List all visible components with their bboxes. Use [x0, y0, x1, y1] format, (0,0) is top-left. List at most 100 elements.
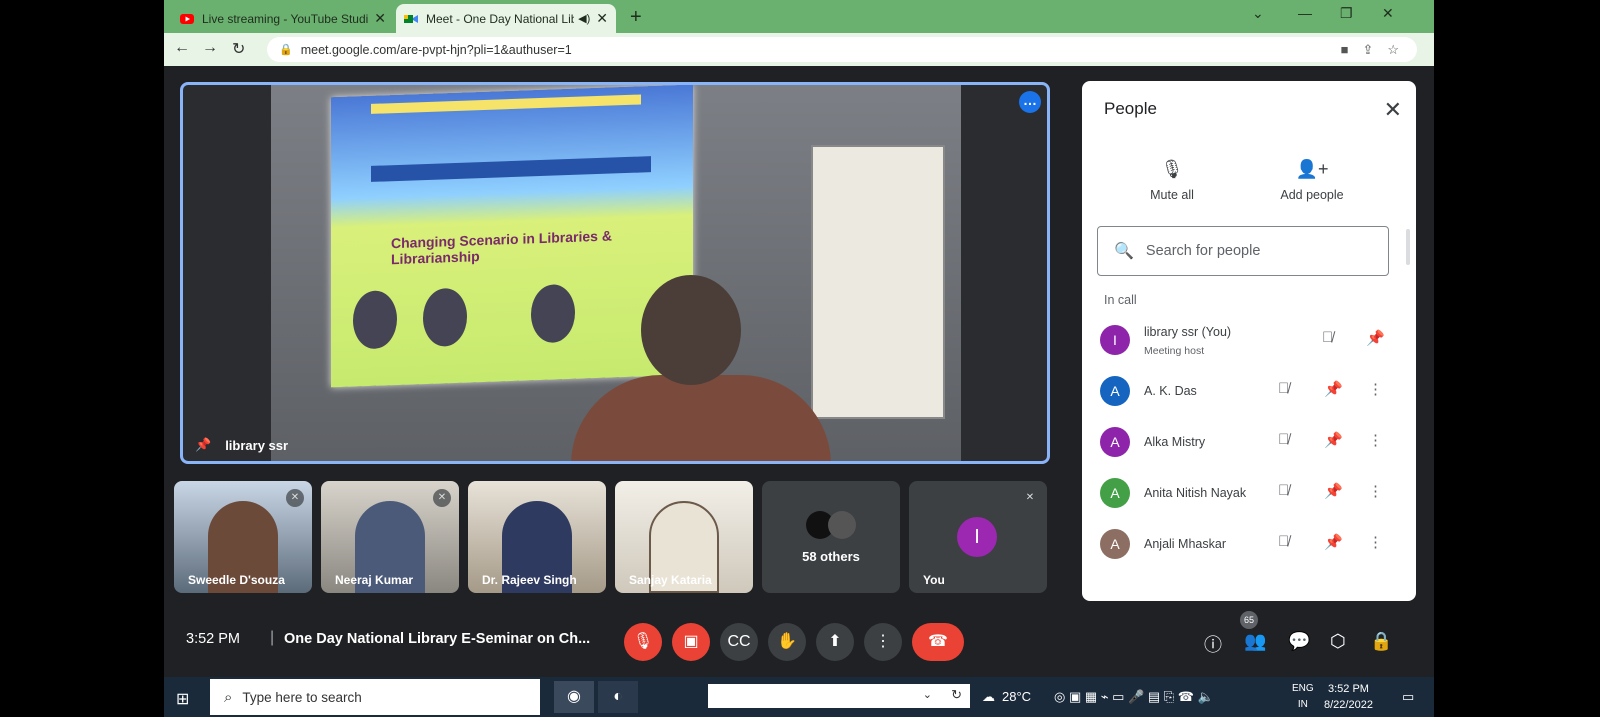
participant-row[interactable]: A Alka Mistry 🎙̸ 📌 ⋮ — [1100, 419, 1400, 465]
mute-all-label: Mute all — [1150, 188, 1194, 202]
search-icon: ⌕ — [224, 688, 233, 706]
forward-arrow-icon[interactable]: → — [202, 39, 218, 57]
pin-icon[interactable]: 📌 — [1366, 329, 1385, 347]
participant-name: A. K. Das — [1144, 384, 1197, 398]
scrollbar[interactable] — [1406, 229, 1410, 265]
close-icon[interactable]: ✕ — [1384, 97, 1402, 123]
slide-title: Changing Scenario in Libraries & Librari… — [391, 227, 612, 268]
refresh-icon[interactable]: ↻ — [951, 687, 962, 703]
pin-icon[interactable]: 📌 — [195, 437, 211, 453]
participant-tile[interactable]: Dr. Rajeev Singh — [468, 481, 606, 593]
mic-off-icon[interactable]: 🎙̸ — [1278, 380, 1289, 397]
mic-toggle-button[interactable]: 🎙 — [624, 623, 662, 661]
restore-button[interactable]: ❐ — [1340, 5, 1353, 22]
camera-off-icon: ▣ — [683, 633, 699, 650]
main-video-label: library ssr — [225, 437, 289, 453]
others-count: 58 others — [802, 549, 860, 564]
bookmark-star-icon[interactable]: ☆ — [1387, 42, 1399, 58]
activities-icon[interactable]: ⬡ — [1330, 631, 1346, 652]
lock-icon: 🔒 — [279, 44, 293, 56]
youtube-icon — [180, 13, 194, 24]
reload-icon[interactable]: ↻ — [232, 39, 245, 59]
minimize-button[interactable]: — — [1298, 5, 1312, 21]
new-tab-button[interactable]: + — [630, 6, 642, 29]
more-options-icon[interactable]: … — [1019, 91, 1041, 113]
tray-icons[interactable]: ◎ ▣ ▦ ⌁ ▭ 🎤 ▤ ⎘ ☎ 🔈 — [1054, 689, 1214, 705]
address-bar[interactable]: 🔒 meet.google.com/are-pvpt-hjn?pli=1&aut… — [267, 37, 1417, 62]
add-person-icon: 👤+ — [1295, 159, 1329, 179]
app-icon[interactable]: ◐ — [598, 681, 638, 713]
taskbar-address-field[interactable]: ⌄ ↻ — [708, 684, 970, 708]
leave-call-button[interactable]: ☎ — [912, 623, 964, 661]
camera-blocked-icon[interactable]: ■ — [1341, 42, 1349, 58]
notifications-icon[interactable]: ▭ — [1402, 689, 1414, 705]
participant-tile[interactable]: ✕ Sweedle D'souza — [174, 481, 312, 593]
more-options-button[interactable]: ⋮ — [864, 623, 902, 661]
windows-taskbar: ⊞ ⌕ Type here to search ◉ ◐ ⌄ ↻ ☁ 28°C ◎… — [164, 677, 1434, 717]
close-tab-icon[interactable]: ✕ — [596, 10, 608, 27]
mic-off-icon[interactable]: 🎙̸ — [1278, 533, 1289, 550]
present-button[interactable]: ⬆ — [816, 623, 854, 661]
host-controls-icon[interactable]: 🔒 — [1370, 631, 1392, 652]
tab-search-icon[interactable]: ⌄ — [1252, 5, 1264, 22]
self-tile[interactable]: I ✕ You — [909, 481, 1047, 593]
mic-off-icon: ✕ — [1021, 489, 1039, 507]
language-indicator[interactable]: ENG IN — [1292, 681, 1314, 713]
participant-row[interactable]: A A. K. Das 🎙̸ 📌 ⋮ — [1100, 368, 1400, 414]
taskbar-date: 8/22/2022 — [1324, 699, 1373, 711]
meeting-controls-bar: 3:52 PM | One Day National Library E-Sem… — [164, 611, 1434, 671]
pin-icon[interactable]: 📌 — [1324, 533, 1343, 551]
info-icon[interactable]: ⓘ — [1204, 631, 1222, 657]
mic-off-icon[interactable]: 🎙̸ — [1278, 482, 1289, 499]
screen: Live streaming - YouTube Studio ✕ Meet -… — [164, 0, 1434, 717]
back-arrow-icon[interactable]: ← — [174, 39, 190, 57]
chevron-down-icon[interactable]: ⌄ — [923, 688, 932, 701]
others-tile[interactable]: 58 others — [762, 481, 900, 593]
add-people-button[interactable]: 👤+ Add people — [1262, 159, 1362, 202]
raise-hand-button[interactable]: ✋ — [768, 623, 806, 661]
avatar — [828, 511, 856, 539]
pin-icon[interactable]: 📌 — [1324, 431, 1343, 449]
pin-icon[interactable]: 📌 — [1324, 380, 1343, 398]
close-tab-icon[interactable]: ✕ — [374, 10, 386, 27]
more-vert-icon[interactable]: ⋮ — [1368, 533, 1383, 551]
meeting-clock: 3:52 PM — [186, 631, 240, 647]
participant-row[interactable]: A Anita Nitish Nayak 🎙̸ 📌 ⋮ — [1100, 470, 1400, 516]
mic-off-icon: ✕ — [433, 489, 451, 507]
people-icon[interactable]: 👥 — [1244, 631, 1266, 652]
close-window-button[interactable]: ✕ — [1382, 5, 1394, 22]
windows-start-icon[interactable]: ⊞ — [176, 689, 189, 709]
mute-all-button[interactable]: 🎙 Mute all — [1122, 159, 1222, 202]
search-people-input[interactable]: 🔍 Search for people — [1097, 226, 1389, 276]
panel-title: People — [1104, 99, 1157, 118]
participant-name: library ssr (You) — [1144, 325, 1232, 339]
tab-meet[interactable]: Meet - One Day National Lib ◀) ✕ — [396, 4, 616, 33]
in-call-heading: In call — [1104, 293, 1137, 307]
chrome-icon[interactable]: ◉ — [554, 681, 594, 713]
more-vert-icon[interactable]: ⋮ — [1368, 482, 1383, 500]
mic-off-icon[interactable]: 🎙̸ — [1322, 329, 1333, 346]
main-video[interactable]: Changing Scenario in Libraries & Librari… — [180, 82, 1050, 464]
camera-toggle-button[interactable]: ▣ — [672, 623, 710, 661]
captions-button[interactable]: CC — [720, 623, 758, 661]
more-vert-icon[interactable]: ⋮ — [1368, 380, 1383, 398]
taskbar-search[interactable]: ⌕ Type here to search — [210, 679, 540, 715]
participant-tile[interactable]: ✕ Neeraj Kumar — [321, 481, 459, 593]
taskbar-clock[interactable]: 3:52 PM 8/22/2022 — [1324, 681, 1373, 713]
avatar: A — [1100, 376, 1130, 406]
tab-youtube-studio[interactable]: Live streaming - YouTube Studio ✕ — [172, 4, 394, 33]
weather-icon[interactable]: ☁ — [982, 689, 995, 705]
speaker-icon[interactable]: ◀) — [578, 12, 590, 25]
chat-icon[interactable]: 💬 — [1288, 631, 1310, 652]
more-vert-icon[interactable]: ⋮ — [1368, 431, 1383, 449]
mic-off-icon[interactable]: 🎙̸ — [1278, 431, 1289, 448]
share-icon[interactable]: ⇪ — [1362, 42, 1373, 58]
whiteboard — [811, 145, 945, 419]
more-vert-icon: ⋮ — [875, 633, 891, 650]
participant-row[interactable]: A Anjali Mhaskar 🎙̸ 📌 ⋮ — [1100, 521, 1400, 567]
speaker-head — [641, 275, 741, 385]
participant-row[interactable]: I library ssr (You) Meeting host 🎙̸ 📌 — [1100, 317, 1400, 363]
participant-tile[interactable]: Sanjay Kataria — [615, 481, 753, 593]
pin-icon[interactable]: 📌 — [1324, 482, 1343, 500]
avatar: A — [1100, 529, 1130, 559]
